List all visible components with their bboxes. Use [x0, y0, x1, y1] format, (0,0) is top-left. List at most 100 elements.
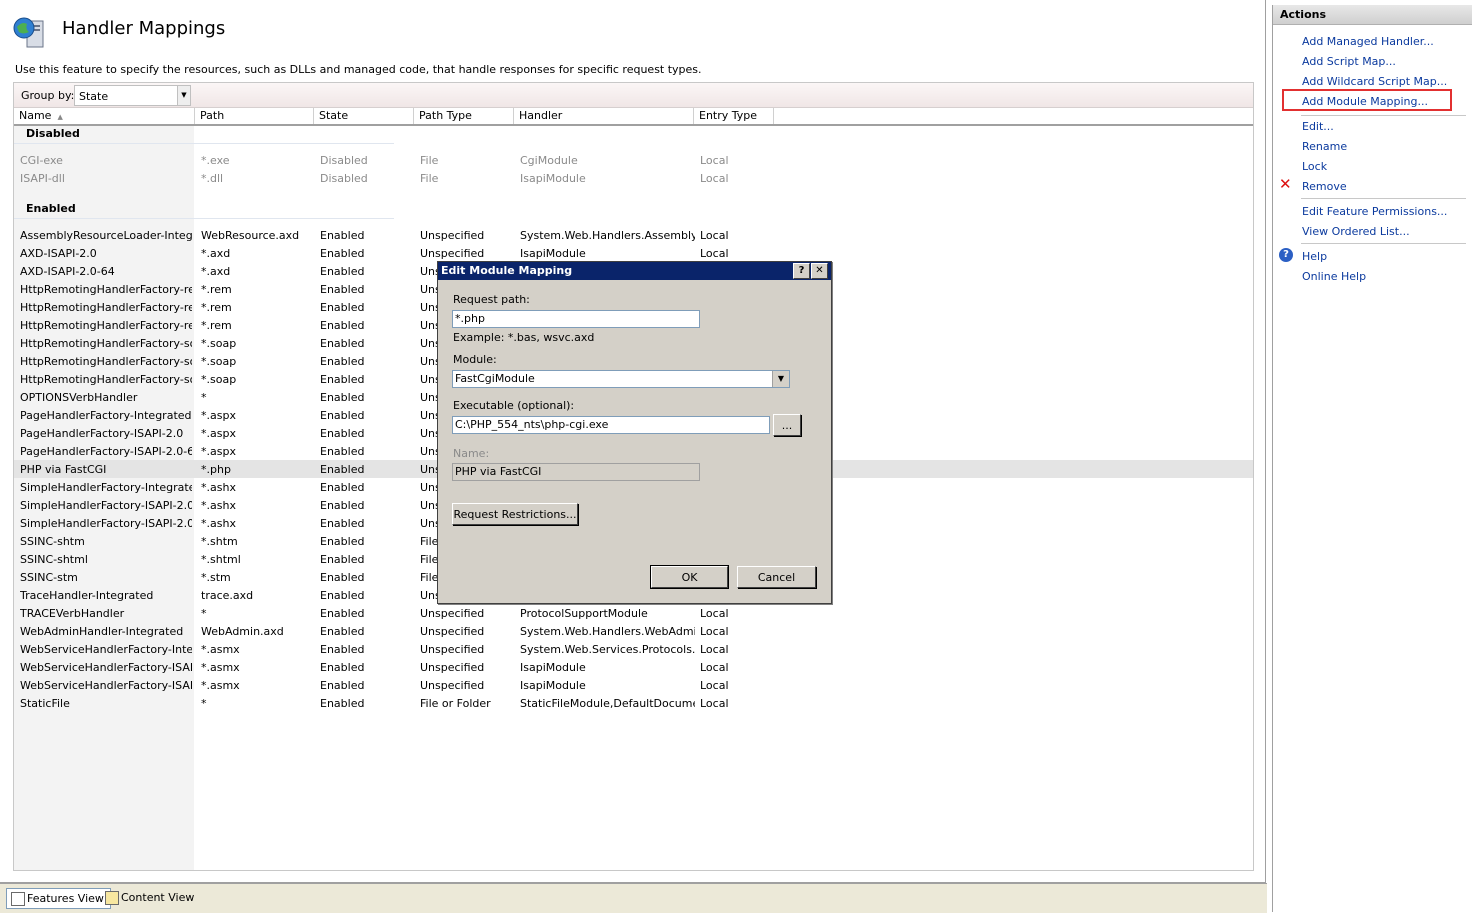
- table-cell: IsapiModule: [520, 661, 695, 674]
- actions-header: Actions: [1273, 5, 1472, 25]
- table-cell: SimpleHandlerFactory-ISAPI-2.0-64: [20, 517, 192, 530]
- table-cell: Local: [700, 247, 770, 260]
- group-header-disabled[interactable]: Disabled: [26, 127, 80, 140]
- column-header-path-type[interactable]: Path Type: [414, 108, 514, 124]
- edit-module-mapping-dialog: Edit Module Mapping ? ✕ Request path: *.…: [437, 261, 832, 604]
- table-row[interactable]: AXD-ISAPI-2.0*.axdEnabledUnspecifiedIsap…: [14, 244, 1253, 262]
- table-cell: *.asmx: [201, 661, 316, 674]
- table-cell: *.shtml: [201, 553, 316, 566]
- content-view-tab[interactable]: Content View: [101, 888, 200, 907]
- table-row[interactable]: WebServiceHandlerFactory-Inte...*.asmxEn…: [14, 640, 1253, 658]
- table-cell: Local: [700, 154, 770, 167]
- dialog-title: Edit Module Mapping: [438, 262, 831, 280]
- table-cell: Enabled: [320, 283, 415, 296]
- cancel-button[interactable]: Cancel: [737, 566, 816, 588]
- edit-feature-permissions-link[interactable]: Edit Feature Permissions...: [1302, 205, 1447, 218]
- request-path-input[interactable]: *.php: [452, 310, 700, 328]
- name-input[interactable]: PHP via FastCGI: [452, 463, 700, 481]
- content-view-icon: [105, 891, 119, 905]
- group-header-enabled[interactable]: Enabled: [26, 202, 76, 215]
- table-cell: System.Web.Handlers.WebAdmi...: [520, 625, 695, 638]
- online-help-link[interactable]: Online Help: [1302, 270, 1366, 283]
- column-header-state[interactable]: State: [314, 108, 414, 124]
- table-cell: Enabled: [320, 337, 415, 350]
- module-label: Module:: [453, 353, 497, 366]
- table-cell: PageHandlerFactory-ISAPI-2.0-64: [20, 445, 192, 458]
- table-cell: *.shtm: [201, 535, 316, 548]
- table-row[interactable]: WebAdminHandler-IntegratedWebAdmin.axdEn…: [14, 622, 1253, 640]
- page-description: Use this feature to specify the resource…: [15, 63, 702, 76]
- table-cell: Enabled: [320, 535, 415, 548]
- add-wildcard-script-map-link[interactable]: Add Wildcard Script Map...: [1302, 75, 1447, 88]
- handler-mappings-icon: [13, 15, 47, 49]
- column-header-entry-type[interactable]: Entry Type: [694, 108, 774, 124]
- browse-button[interactable]: ...: [773, 414, 801, 436]
- table-row[interactable]: AssemblyResourceLoader-Integr...WebResou…: [14, 226, 1253, 244]
- table-cell: System.Web.Handlers.Assembly...: [520, 229, 695, 242]
- table-cell: PageHandlerFactory-ISAPI-2.0: [20, 427, 192, 440]
- table-cell: Enabled: [320, 229, 415, 242]
- table-cell: WebResource.axd: [201, 229, 316, 242]
- group-by-dropdown[interactable]: State ▼: [74, 85, 191, 106]
- table-cell: *.aspx: [201, 409, 316, 422]
- table-cell: IsapiModule: [520, 172, 695, 185]
- module-select[interactable]: FastCgiModule ▼: [452, 370, 790, 388]
- table-cell: Disabled: [320, 154, 415, 167]
- chevron-down-icon: ▼: [177, 86, 190, 105]
- table-cell: HttpRemotingHandlerFactory-re...: [20, 319, 192, 332]
- table-cell: Unspecified: [420, 661, 515, 674]
- table-cell: Enabled: [320, 625, 415, 638]
- table-cell: Unspecified: [420, 229, 515, 242]
- table-cell: Enabled: [320, 517, 415, 530]
- table-cell: *.soap: [201, 337, 316, 350]
- table-cell: *.aspx: [201, 445, 316, 458]
- table-row[interactable]: ISAPI-dll*.dllDisabledFileIsapiModuleLoc…: [14, 169, 1253, 187]
- dialog-help-button[interactable]: ?: [793, 263, 810, 279]
- edit-link[interactable]: Edit...: [1302, 120, 1334, 133]
- column-header-name[interactable]: Name▲: [14, 108, 195, 124]
- chevron-down-icon: ▼: [772, 371, 789, 387]
- page-title: Handler Mappings: [62, 18, 225, 39]
- name-label: Name:: [453, 447, 489, 460]
- lock-link[interactable]: Lock: [1302, 160, 1327, 173]
- add-module-mapping-highlight: [1282, 89, 1452, 111]
- add-managed-handler-link[interactable]: Add Managed Handler...: [1302, 35, 1434, 48]
- features-view-tab[interactable]: Features View: [6, 888, 111, 909]
- table-cell: Enabled: [320, 607, 415, 620]
- table-cell: Enabled: [320, 553, 415, 566]
- help-link[interactable]: Help: [1302, 250, 1327, 263]
- add-script-map-link[interactable]: Add Script Map...: [1302, 55, 1396, 68]
- table-row[interactable]: WebServiceHandlerFactory-ISAP...*.asmxEn…: [14, 676, 1253, 694]
- table-cell: HttpRemotingHandlerFactory-re...: [20, 301, 192, 314]
- table-row[interactable]: StaticFile*EnabledFile or FolderStaticFi…: [14, 694, 1253, 712]
- module-select-value: FastCgiModule: [455, 372, 535, 385]
- table-cell: *.ashx: [201, 517, 316, 530]
- help-icon: ?: [1279, 248, 1293, 262]
- remove-link[interactable]: Remove: [1302, 180, 1347, 193]
- table-cell: File or Folder: [420, 697, 515, 710]
- table-cell: Enabled: [320, 319, 415, 332]
- request-restrictions-button[interactable]: Request Restrictions...: [452, 503, 578, 525]
- executable-input[interactable]: C:\PHP_554_nts\php-cgi.exe: [452, 416, 770, 434]
- table-cell: Enabled: [320, 679, 415, 692]
- table-row[interactable]: CGI-exe*.exeDisabledFileCgiModuleLocal: [14, 151, 1253, 169]
- table-row[interactable]: WebServiceHandlerFactory-ISAP...*.asmxEn…: [14, 658, 1253, 676]
- table-cell: PageHandlerFactory-Integrated: [20, 409, 192, 422]
- table-cell: SSINC-stm: [20, 571, 192, 584]
- table-cell: Enabled: [320, 463, 415, 476]
- rename-link[interactable]: Rename: [1302, 140, 1347, 153]
- view-ordered-list-link[interactable]: View Ordered List...: [1302, 225, 1410, 238]
- column-header-handler[interactable]: Handler: [514, 108, 694, 124]
- table-cell: PHP via FastCGI: [20, 463, 192, 476]
- table-cell: *.soap: [201, 355, 316, 368]
- table-cell: Enabled: [320, 589, 415, 602]
- table-cell: CGI-exe: [20, 154, 192, 167]
- dialog-close-button[interactable]: ✕: [811, 263, 828, 279]
- table-cell: *: [201, 697, 316, 710]
- group-by-bar: Group by: State ▼: [14, 83, 1253, 108]
- ok-button[interactable]: OK: [651, 566, 728, 588]
- table-cell: WebAdmin.axd: [201, 625, 316, 638]
- column-header-path[interactable]: Path: [195, 108, 314, 124]
- table-row[interactable]: TRACEVerbHandler*EnabledUnspecifiedProto…: [14, 604, 1253, 622]
- table-cell: IsapiModule: [520, 247, 695, 260]
